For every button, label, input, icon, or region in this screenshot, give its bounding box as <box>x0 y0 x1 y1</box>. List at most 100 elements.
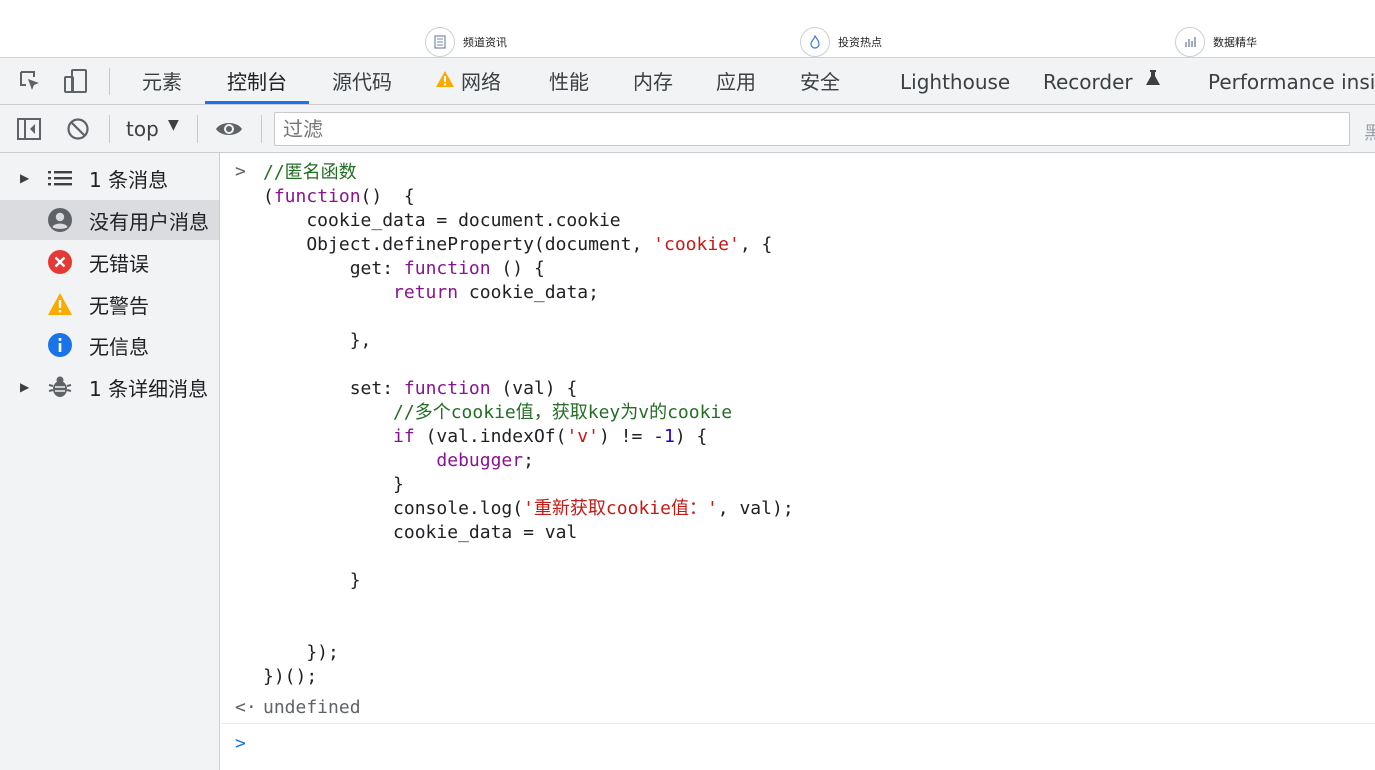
tab-security[interactable]: 安全 <box>798 58 842 104</box>
sidebar-toggle-icon[interactable] <box>15 115 43 143</box>
input-chevron-icon: > <box>235 161 246 182</box>
code-token: ( <box>263 186 274 207</box>
code-token: debugger <box>436 450 524 471</box>
sidebar-item-errors[interactable]: 无错误 <box>0 242 219 282</box>
console-toolbar: top ▼ 黑 <box>0 105 1375 153</box>
tab-recorder-label: Recorder <box>1043 70 1133 94</box>
code-token: 1 <box>664 426 675 447</box>
code-token: ; <box>523 450 534 471</box>
code-token: ) != - <box>598 426 664 447</box>
code-token: cookie_data; <box>458 282 599 303</box>
warning-icon <box>435 58 455 104</box>
devtools-tabbar: 元素 控制台 源代码 网络 性能 内存 应用 安全 Lighthouse Rec… <box>0 58 1375 105</box>
code-token: 'v' <box>566 426 599 447</box>
sidebar-item-label: 1 条详细消息 <box>89 376 209 401</box>
console-input-code[interactable]: //匿名函数 (function() { cookie_data = docume… <box>263 161 794 689</box>
code-token: ) { <box>674 426 708 447</box>
console-sidebar: ▶ 1 条消息 没有用户消息 无错误 无警告 无信息 ▶ 1 条详细消息 <box>0 153 220 770</box>
console-result: undefined <box>263 697 361 718</box>
tab-elements[interactable]: 元素 <box>140 58 184 104</box>
code-token: })(); <box>263 666 318 687</box>
code-line: get: function () { <box>263 257 794 281</box>
code-line: })(); <box>263 665 794 689</box>
code-line: cookie_data = val <box>263 521 794 545</box>
bug-icon <box>47 374 73 400</box>
code-token: () { <box>360 186 415 207</box>
code-token: function <box>403 378 491 399</box>
code-token: , { <box>739 234 773 255</box>
sidebar-item-warnings[interactable]: 无警告 <box>0 284 219 324</box>
list-icon <box>47 165 73 191</box>
divider <box>109 68 110 95</box>
code-line: ​ <box>263 617 794 641</box>
divider <box>221 723 1375 724</box>
code-token: } <box>263 474 404 495</box>
page-strip: 频道资讯 投资热点 数据精华 <box>0 0 1375 58</box>
clear-console-icon[interactable] <box>64 115 92 143</box>
code-line: Object.defineProperty(document, 'cookie'… <box>263 233 794 257</box>
code-token: () { <box>490 258 545 279</box>
device-toolbar-icon[interactable] <box>62 67 90 95</box>
expand-triangle-icon[interactable]: ▶ <box>20 171 29 185</box>
page-nav-label: 投资热点 <box>838 36 882 49</box>
code-token: return <box>393 282 459 303</box>
sidebar-item-label: 无错误 <box>89 251 149 276</box>
code-line: }, <box>263 329 794 353</box>
tab-performance-insights[interactable]: Performance insig <box>1206 58 1375 104</box>
page-nav-item-data[interactable]: 数据精华 <box>1175 27 1257 57</box>
tab-sources[interactable]: 源代码 <box>330 58 394 104</box>
code-token: function <box>403 258 491 279</box>
code-token: '重新获取cookie值：' <box>523 498 718 519</box>
context-selector[interactable]: top <box>126 115 159 143</box>
tab-application[interactable]: 应用 <box>714 58 758 104</box>
filter-input[interactable] <box>274 112 1350 146</box>
tab-lighthouse[interactable]: Lighthouse <box>898 58 1012 104</box>
code-token: Object.defineProperty(document, <box>263 234 654 255</box>
tab-network-label: 网络 <box>461 70 501 94</box>
console-prompt-icon[interactable]: > <box>235 733 246 754</box>
sidebar-item-info[interactable]: 无信息 <box>0 325 219 365</box>
code-line: ​ <box>263 305 794 329</box>
expand-triangle-icon[interactable]: ▶ <box>20 380 29 394</box>
document-icon <box>425 27 455 57</box>
live-expression-eye-icon[interactable] <box>215 115 243 143</box>
sidebar-item-user-messages[interactable]: 没有用户消息 <box>0 200 219 240</box>
code-token: 'cookie' <box>653 234 740 255</box>
tab-console[interactable]: 控制台 <box>205 58 309 104</box>
code-line: if (val.indexOf('v') != -1) { <box>263 425 794 449</box>
page-nav-item-hot[interactable]: 投资热点 <box>800 27 882 57</box>
inspect-element-icon[interactable] <box>16 67 44 95</box>
code-line: ​ <box>263 593 794 617</box>
code-line: (function() { <box>263 185 794 209</box>
tab-memory[interactable]: 内存 <box>631 58 675 104</box>
code-token: cookie_data = document.cookie <box>263 210 621 231</box>
info-icon <box>47 332 73 358</box>
code-line: }); <box>263 641 794 665</box>
code-token: function <box>273 186 361 207</box>
code-token: cookie_data = val <box>263 522 578 543</box>
warning-icon <box>47 291 73 317</box>
code-token: //多个cookie值，获取key为v的cookie <box>393 402 733 423</box>
divider <box>261 115 262 143</box>
code-line: ​ <box>263 353 794 377</box>
tab-performance[interactable]: 性能 <box>547 58 591 104</box>
chevron-down-icon[interactable]: ▼ <box>168 117 179 133</box>
sidebar-item-verbose[interactable]: ▶ 1 条详细消息 <box>0 367 219 407</box>
tab-recorder[interactable]: Recorder <box>1041 58 1163 104</box>
divider <box>109 115 110 143</box>
error-icon <box>47 249 73 275</box>
tab-network[interactable]: 网络 <box>433 58 503 104</box>
console-output[interactable]: > //匿名函数 (function() { cookie_data = docu… <box>221 153 1375 770</box>
page-nav-item-channel[interactable]: 频道资讯 <box>425 27 507 57</box>
page-nav-label: 数据精华 <box>1213 36 1257 49</box>
sidebar-item-label: 没有用户消息 <box>89 209 209 234</box>
result-arrow-icon: <· <box>235 697 257 718</box>
code-token: } <box>263 570 361 591</box>
code-token: (val.indexOf( <box>414 426 567 447</box>
sidebar-item-messages[interactable]: ▶ 1 条消息 <box>0 158 219 198</box>
code-token: get: <box>263 258 404 279</box>
code-line: console.log('重新获取cookie值：', val); <box>263 497 794 521</box>
